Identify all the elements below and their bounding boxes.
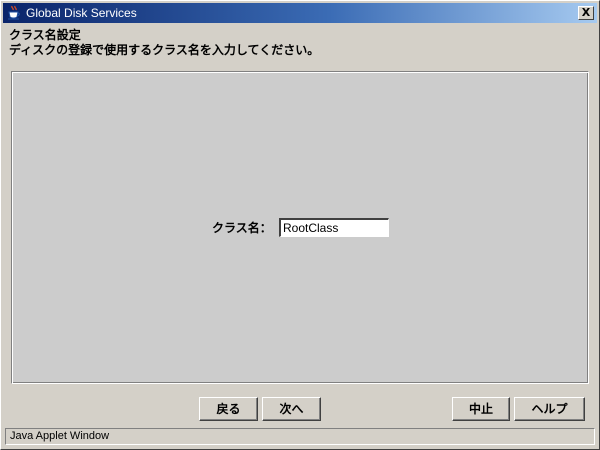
close-button[interactable]: X: [578, 6, 594, 20]
applet-window: Global Disk Services X クラス名設定 ディスクの登録で使用…: [0, 0, 600, 450]
help-button[interactable]: ヘルプ: [514, 397, 585, 421]
instruction-text: ディスクの登録で使用するクラス名を入力してください。: [9, 43, 320, 57]
title-bar[interactable]: Global Disk Services X: [3, 3, 597, 23]
close-icon: X: [581, 6, 591, 19]
status-text: Java Applet Window: [10, 430, 110, 442]
cancel-button[interactable]: 中止: [452, 397, 510, 421]
status-bar: Java Applet Window: [5, 428, 595, 445]
class-name-label: クラス名：: [212, 221, 272, 235]
java-coffee-cup-icon[interactable]: [6, 5, 22, 21]
page-title: クラス名設定: [9, 28, 81, 42]
class-name-input[interactable]: [279, 218, 389, 237]
window-title: Global Disk Services: [26, 6, 137, 20]
back-button[interactable]: 戻る: [199, 397, 258, 421]
next-button[interactable]: 次へ: [262, 397, 321, 421]
